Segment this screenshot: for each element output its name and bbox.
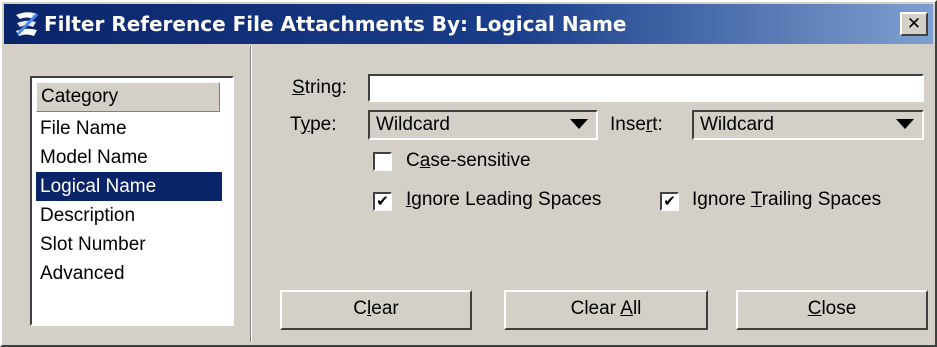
ignore-leading-label[interactable]: Ignore Leading Spaces	[406, 189, 601, 211]
window-title: Filter Reference File Attachments By: Lo…	[44, 12, 627, 36]
dropdown-arrow-icon	[896, 119, 914, 129]
title-bar[interactable]: Filter Reference File Attachments By: Lo…	[4, 4, 933, 44]
filter-dialog: Filter Reference File Attachments By: Lo…	[0, 0, 937, 347]
insert-label: Insert:	[610, 114, 663, 135]
checkmark-icon: ✔	[663, 192, 676, 210]
category-list[interactable]: Category File Name Model Name Logical Na…	[30, 76, 234, 326]
type-dropdown[interactable]: Wildcard	[368, 110, 598, 140]
category-item-logical-name[interactable]: Logical Name	[36, 172, 222, 201]
clear-button[interactable]: Clear	[280, 290, 472, 330]
type-value: Wildcard	[376, 114, 450, 135]
close-button[interactable]: Close	[736, 290, 928, 330]
category-item-slot-number[interactable]: Slot Number	[36, 230, 222, 259]
ignore-trailing-label[interactable]: Ignore Trailing Spaces	[692, 189, 881, 211]
checkmark-icon: ✔	[376, 192, 389, 210]
category-item-advanced[interactable]: Advanced	[36, 259, 222, 288]
category-item-description[interactable]: Description	[36, 201, 222, 230]
string-label: String:	[292, 77, 347, 98]
clear-all-button[interactable]: Clear All	[504, 290, 708, 330]
close-window-button[interactable]: ✕	[900, 12, 928, 36]
string-input[interactable]	[368, 74, 924, 102]
case-sensitive-checkbox[interactable]	[373, 152, 392, 171]
category-item-file-name[interactable]: File Name	[36, 114, 222, 143]
ignore-trailing-checkbox[interactable]: ✔	[660, 192, 679, 211]
insert-dropdown[interactable]: Wildcard	[692, 110, 924, 140]
close-icon: ✕	[906, 14, 922, 34]
dropdown-arrow-icon	[570, 119, 588, 129]
insert-value: Wildcard	[700, 114, 774, 135]
app-icon	[16, 12, 39, 36]
case-sensitive-label[interactable]: Case-sensitive	[406, 150, 531, 172]
category-item-model-name[interactable]: Model Name	[36, 143, 222, 172]
category-header[interactable]: Category	[36, 82, 220, 112]
ignore-leading-checkbox[interactable]: ✔	[373, 192, 392, 211]
type-label: Type:	[290, 114, 337, 135]
